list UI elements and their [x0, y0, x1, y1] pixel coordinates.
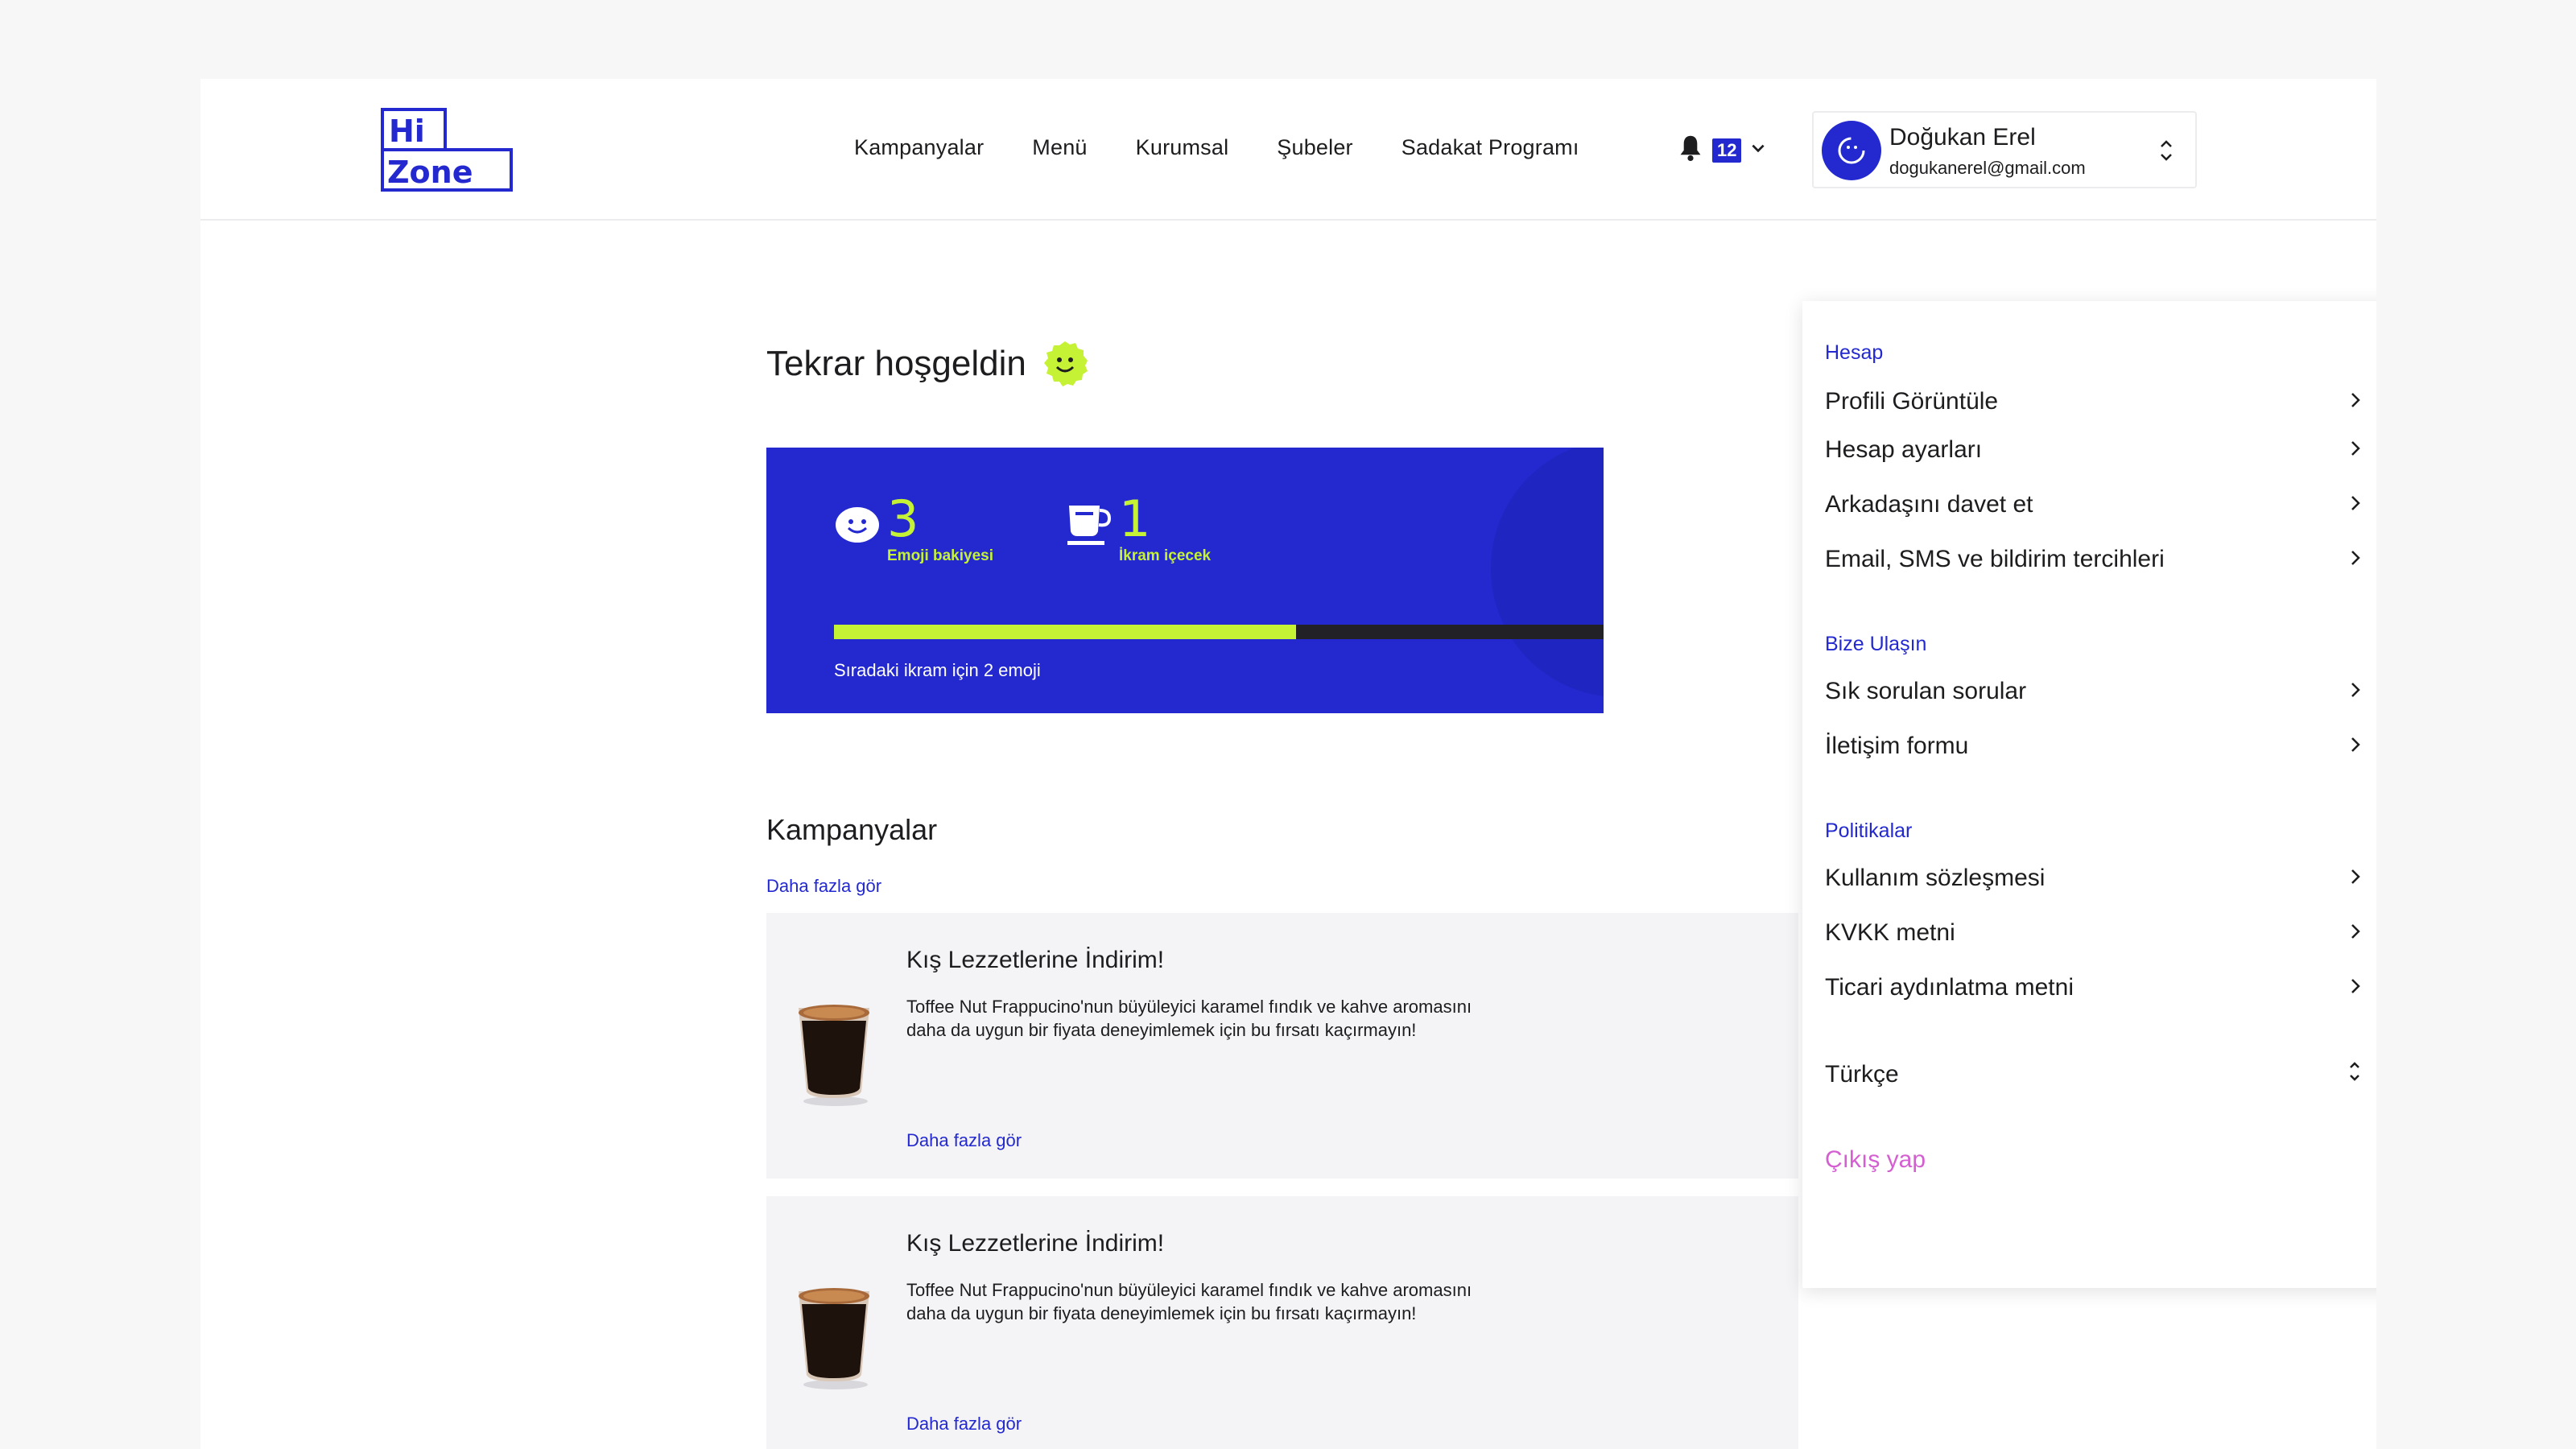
chevron-right-icon	[2350, 733, 2361, 760]
avatar	[1822, 121, 1881, 180]
notifications-button[interactable]: 12	[1677, 134, 1767, 167]
campaign-card[interactable]: Kış Lezzetlerine İndirim! Toffee Nut Fra…	[766, 913, 1798, 1179]
menu-item-notification-preferences[interactable]: Email, SMS ve bildirim tercihleri	[1825, 546, 2361, 573]
emoji-balance-value: 3	[887, 489, 919, 548]
menu-item-kvkk[interactable]: KVKK metni	[1825, 919, 2361, 947]
coffee-cup-icon	[1066, 502, 1113, 551]
menu-item-commercial-disclosure[interactable]: Ticari aydınlatma metni	[1825, 974, 2361, 1001]
campaign-description-line: Toffee Nut Frappucino'nun büyüleyici kar…	[906, 1280, 1472, 1300]
menu-item-label: Kullanım sözleşmesi	[1825, 865, 2046, 891]
emoji-balance-stat: 3 Emoji bakiyesi	[834, 494, 993, 565]
nav-menu[interactable]: Menü	[1032, 135, 1087, 160]
menu-item-contact-form[interactable]: İletişim formu	[1825, 733, 2361, 760]
welcome-heading: Tekrar hoşgeldin	[766, 338, 1091, 390]
free-drinks-stat: 1 İkram içecek	[1066, 494, 1211, 565]
account-section-header: Hesap	[1825, 341, 1884, 364]
menu-item-faq[interactable]: Sık sorulan sorular	[1825, 678, 2361, 705]
coffee-glass-image	[787, 1272, 881, 1393]
menu-item-label: İletişim formu	[1825, 733, 1969, 759]
nav-campaigns[interactable]: Kampanyalar	[854, 135, 984, 160]
notification-count-badge: 12	[1712, 138, 1742, 163]
chevron-right-icon	[2350, 919, 2361, 947]
user-name: Doğukan Erel	[1889, 124, 2036, 151]
menu-item-label: KVKK metni	[1825, 919, 1955, 946]
language-selector[interactable]: Türkçe	[1825, 1059, 2361, 1090]
user-email: dogukanerel@gmail.com	[1889, 158, 2086, 178]
loyalty-card: 3 Emoji bakiyesi 1 İkram içecek Sıradaki…	[766, 448, 1604, 713]
nav-corporate[interactable]: Kurumsal	[1136, 135, 1229, 160]
menu-item-label: Sık sorulan sorular	[1825, 678, 2027, 704]
chevron-down-icon	[1749, 139, 1767, 161]
chevron-right-icon	[2350, 546, 2361, 573]
free-drinks-value: 1	[1119, 489, 1151, 548]
menu-item-terms-of-use[interactable]: Kullanım sözleşmesi	[1825, 865, 2361, 892]
chevron-right-icon	[2350, 865, 2361, 892]
campaign-see-more-link[interactable]: Daha fazla gör	[906, 1130, 1022, 1151]
svg-text:Zone: Zone	[387, 155, 473, 190]
smiley-icon	[834, 506, 881, 548]
language-label: Türkçe	[1825, 1061, 1899, 1088]
campaign-description: Toffee Nut Frappucino'nun büyüleyici kar…	[906, 995, 1591, 1042]
campaign-see-more-link[interactable]: Daha fazla gör	[906, 1414, 1022, 1435]
chevron-updown-icon	[2348, 1059, 2361, 1090]
free-drinks-label: İkram içecek	[1119, 547, 1212, 564]
user-dropdown-menu: Hesap Profili Görüntüle Hesap ayarları A…	[1802, 301, 2376, 1288]
logout-button[interactable]: Çıkış yap	[1825, 1146, 1926, 1174]
bell-icon	[1677, 134, 1704, 167]
main-nav: Kampanyalar Menü Kurumsal Şubeler Sadaka…	[854, 135, 1579, 160]
menu-item-label: Profili Görüntüle	[1825, 388, 1999, 415]
emoji-balance-label: Emoji bakiyesi	[887, 547, 994, 564]
campaign-title: Kış Lezzetlerine İndirim!	[906, 947, 1165, 973]
menu-item-account-settings[interactable]: Hesap ayarları	[1825, 436, 2361, 464]
menu-item-label: Hesap ayarları	[1825, 436, 1983, 463]
chevron-right-icon	[2350, 491, 2361, 518]
campaign-description-line: daha da uygun bir fiyata deneyimlemek iç…	[906, 1303, 1417, 1323]
progress-caption: Sıradaki ikram için 2 emoji	[834, 660, 1041, 680]
menu-item-label: Arkadaşını davet et	[1825, 491, 2033, 518]
contact-section-header: Bize Ulaşın	[1825, 633, 1927, 655]
loyalty-progress-fill	[834, 625, 1296, 639]
smiley-icon	[1039, 338, 1091, 390]
chevron-right-icon	[2350, 436, 2361, 464]
campaign-card[interactable]: Kış Lezzetlerine İndirim! Toffee Nut Fra…	[766, 1196, 1798, 1449]
campaign-title: Kış Lezzetlerine İndirim!	[906, 1230, 1165, 1257]
policies-section-header: Politikalar	[1825, 819, 1913, 842]
menu-item-invite-friend[interactable]: Arkadaşını davet et	[1825, 491, 2361, 518]
menu-item-label: Email, SMS ve bildirim tercihleri	[1825, 546, 2165, 572]
decorative-circle	[1491, 448, 1604, 697]
menu-item-view-profile[interactable]: Profili Görüntüle	[1825, 388, 2361, 415]
campaign-description-line: Toffee Nut Frappucino'nun büyüleyici kar…	[906, 997, 1472, 1017]
nav-loyalty[interactable]: Sadakat Programı	[1402, 135, 1579, 160]
chevron-right-icon	[2350, 388, 2361, 415]
coffee-glass-image	[787, 989, 881, 1109]
chevron-updown-icon	[2158, 137, 2174, 168]
hizone-logo[interactable]: Hi Zone	[381, 108, 514, 193]
campaigns-see-more-link[interactable]: Daha fazla gör	[766, 876, 881, 897]
chevron-right-icon	[2350, 678, 2361, 705]
nav-branches[interactable]: Şubeler	[1277, 135, 1352, 160]
svg-text:Hi: Hi	[389, 114, 425, 149]
menu-item-label: Ticari aydınlatma metni	[1825, 974, 2074, 1001]
campaign-description-line: daha da uygun bir fiyata deneyimlemek iç…	[906, 1020, 1417, 1040]
loyalty-progress-bar	[834, 625, 1604, 639]
campaign-description: Toffee Nut Frappucino'nun büyüleyici kar…	[906, 1278, 1591, 1325]
campaigns-title: Kampanyalar	[766, 813, 938, 846]
chevron-right-icon	[2350, 974, 2361, 1001]
welcome-title: Tekrar hoşgeldin	[766, 344, 1026, 383]
header: Hi Zone Kampanyalar Menü Kurumsal Şubele…	[200, 79, 2376, 221]
page: Hi Zone Kampanyalar Menü Kurumsal Şubele…	[200, 79, 2376, 1449]
user-menu-toggle[interactable]: Doğukan Erel dogukanerel@gmail.com	[1812, 111, 2197, 188]
